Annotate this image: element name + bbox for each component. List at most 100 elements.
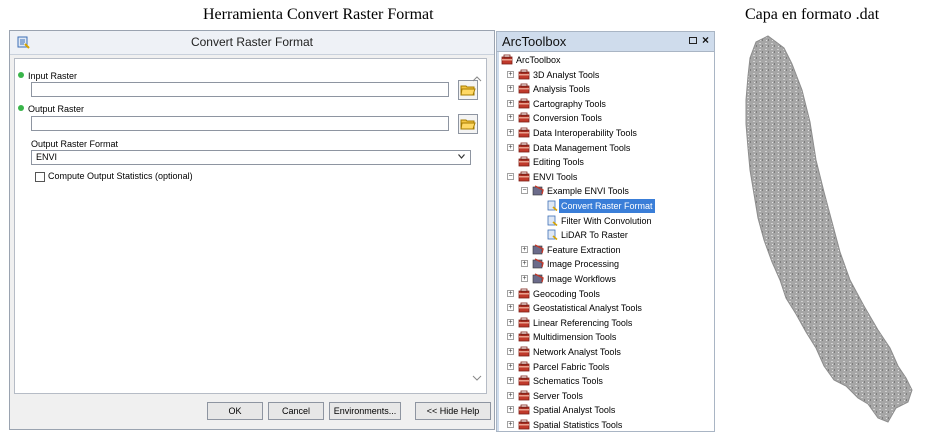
tree-item-label: LiDAR To Raster — [561, 230, 628, 241]
expand-icon[interactable]: + — [507, 85, 514, 93]
tool-icon — [547, 215, 558, 226]
ok-button[interactable]: OK — [207, 402, 263, 420]
toolbox-icon — [518, 302, 530, 313]
tree-item-label: Convert Raster Format — [559, 199, 655, 213]
tree-item[interactable]: + Server Tools — [499, 389, 709, 403]
output-raster-browse-button[interactable] — [458, 114, 478, 134]
tree-item[interactable]: Filter With Convolution — [499, 214, 709, 228]
expand-icon[interactable]: + — [521, 245, 528, 253]
output-format-select[interactable]: ENVI — [31, 150, 471, 165]
expand-icon[interactable]: + — [507, 99, 514, 107]
environments-button[interactable]: Environments... — [329, 402, 401, 420]
toolbox-tree: ArcToolbox +3D Analyst Tools + Analysis Too… — [497, 52, 714, 431]
close-icon[interactable]: × — [702, 33, 709, 47]
tree-item[interactable]: + Data Management Tools — [499, 141, 709, 155]
expand-icon[interactable]: + — [521, 275, 528, 282]
tree-item-label: Feature Extraction — [547, 244, 621, 255]
tree-item[interactable]: + Geostatistical Analyst Tools — [499, 301, 709, 315]
toolset-icon — [532, 185, 544, 196]
scroll-down-icon[interactable] — [472, 375, 482, 381]
toolbox-icon — [518, 331, 530, 342]
right-caption: Capa en formato .dat — [745, 6, 880, 23]
tree-item-label: Geostatistical Analyst Tools — [533, 303, 642, 314]
expand-icon[interactable]: + — [507, 421, 514, 428]
required-icon — [18, 105, 24, 111]
expand-icon[interactable]: + — [507, 333, 514, 341]
left-caption: Herramienta Convert Raster Format — [203, 6, 434, 23]
tree-item[interactable]: ArcToolbox — [499, 53, 709, 67]
expand-icon[interactable]: + — [507, 304, 514, 312]
tree-item-label: Example ENVI Tools — [547, 186, 629, 197]
tool-icon — [547, 229, 558, 241]
tree-item[interactable]: + Cartography Tools — [499, 97, 709, 111]
input-raster-label: Input Raster — [18, 71, 77, 81]
required-icon — [18, 72, 24, 78]
tree-item-label: Data Interoperability Tools — [533, 128, 637, 138]
expand-icon[interactable]: + — [507, 362, 514, 370]
tree-item[interactable]: + Parcel Fabric Tools — [499, 360, 709, 374]
expand-icon[interactable]: + — [507, 143, 514, 151]
expand-icon[interactable]: + — [507, 289, 514, 297]
tree-item[interactable]: + Data Interoperability Tools — [499, 126, 709, 140]
expand-icon[interactable]: + — [507, 348, 514, 355]
tree-item[interactable]: + Schematics Tools — [499, 374, 709, 388]
output-raster-field[interactable] — [31, 116, 449, 131]
tree-item[interactable]: LiDAR To Raster — [499, 228, 709, 242]
output-format-value: ENVI — [36, 152, 58, 162]
dialog-title: Convert Raster Format — [190, 35, 314, 49]
hide-help-button[interactable]: << Hide Help — [415, 402, 491, 420]
scroll-up-icon[interactable] — [472, 76, 482, 82]
toolset-icon — [532, 244, 544, 255]
tree-item[interactable]: + Linear Referencing Tools — [499, 316, 709, 330]
output-raster-label-text: Output Raster — [28, 104, 85, 114]
tree-item[interactable]: + Spatial Analyst Tools — [499, 403, 709, 417]
expand-icon[interactable]: + — [507, 318, 514, 326]
tree-item[interactable]: − ENVI Tools — [499, 170, 709, 184]
tree-item[interactable]: + Conversion Tools — [499, 111, 709, 125]
toolbox-icon — [518, 98, 530, 109]
convert-raster-format-dialog: Convert Raster Format Input Raster Outpu… — [9, 30, 495, 430]
input-raster-label-text: Input Raster — [28, 71, 78, 81]
tree-item-label: Linear Referencing Tools — [533, 317, 633, 328]
tree-item[interactable]: Editing Tools — [499, 155, 709, 169]
tree-item[interactable]: + Image Processing — [499, 257, 709, 271]
tree-item[interactable]: + Spatial Statistics Tools — [499, 418, 709, 431]
arctoolbox-title: ArcToolbox — [502, 34, 567, 49]
tree-item[interactable]: + Multidimension Tools — [499, 330, 709, 344]
tree-item[interactable]: + Geocoding Tools — [499, 287, 709, 301]
compute-statistics-label: Compute Output Statistics (optional) — [48, 171, 193, 181]
collapse-icon[interactable]: − — [507, 172, 514, 180]
restore-window-icon[interactable] — [689, 37, 697, 44]
expand-icon[interactable]: + — [507, 377, 514, 385]
tree-item[interactable]: + Image Workflows — [499, 272, 709, 286]
expand-icon[interactable]: + — [507, 406, 514, 414]
expand-icon[interactable]: + — [507, 391, 514, 399]
tree-item[interactable]: +3D Analyst Tools — [499, 68, 709, 82]
expand-icon[interactable]: + — [521, 260, 528, 268]
toolbox-icon — [518, 404, 530, 415]
tree-item[interactable]: Convert Raster Format — [499, 199, 709, 213]
tool-icon — [547, 200, 558, 211]
toolbox-icon — [518, 288, 530, 298]
parameters-panel: Input Raster Output Raster Output Raster… — [14, 58, 487, 394]
input-raster-browse-button[interactable] — [458, 80, 478, 100]
tree-item[interactable]: + Feature Extraction — [499, 243, 709, 257]
tree-item-label: 3D Analyst Tools — [533, 69, 600, 80]
dialog-button-bar: OK Cancel Environments... << Hide Help — [10, 393, 494, 429]
arctoolbox-window: ArcToolbox × ArcToolbox +3D Analyst Tools… — [496, 31, 715, 432]
collapse-icon[interactable]: − — [521, 187, 528, 195]
input-raster-field[interactable] — [31, 82, 449, 97]
toolbox-icon — [518, 419, 530, 430]
expand-icon[interactable]: + — [507, 114, 514, 122]
compute-statistics-checkbox[interactable] — [35, 172, 45, 182]
tree-item[interactable]: + Analysis Tools — [499, 82, 709, 96]
expand-icon[interactable]: + — [507, 70, 514, 78]
open-folder-icon — [460, 119, 476, 130]
tree-item[interactable]: + Network Analyst Tools — [499, 345, 709, 359]
tree-item-label: Network Analyst Tools — [533, 347, 621, 357]
expand-icon[interactable]: + — [507, 129, 514, 136]
tree-item-label: Server Tools — [533, 390, 583, 401]
cancel-button[interactable]: Cancel — [268, 402, 324, 420]
tree-item[interactable]: − Example ENVI Tools — [499, 184, 709, 198]
tree-item-label: Spatial Analyst Tools — [533, 405, 616, 416]
